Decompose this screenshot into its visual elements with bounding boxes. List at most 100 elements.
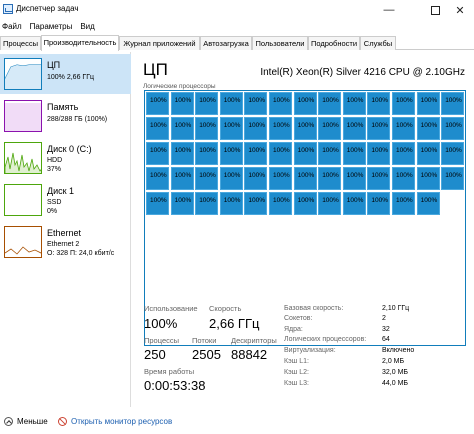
virtualization-label: Виртуализация:: [284, 347, 336, 354]
disk1-thumbnail-graph: [4, 184, 42, 216]
cache-l1-label: Кэш L1:: [284, 358, 309, 365]
cache-l3-value: 44,0 МБ: [382, 380, 408, 387]
fewer-details-label: Меньше: [17, 417, 48, 426]
logical-processor-cell: 100%: [146, 117, 169, 140]
menu-file[interactable]: Файл: [0, 20, 24, 34]
logical-processor-cell: 100%: [342, 117, 366, 140]
resource-sidebar: ЦП 100% 2,66 ГГц Память 288/288 ГБ (100%…: [0, 52, 131, 407]
logical-processor-cell: 100%: [244, 92, 268, 115]
base-speed-label: Базовая скорость:: [284, 305, 344, 312]
sidebar-item-disk-0[interactable]: Диск 0 (C:) HDD 37%: [0, 138, 131, 178]
logical-processor-cell: 100%: [318, 117, 342, 140]
logical-processor-cell: 100%: [244, 192, 268, 215]
logical-processor-cell: 100%: [318, 167, 342, 190]
logical-processor-cell: 100%: [170, 142, 194, 165]
logical-processor-cell: 100%: [441, 117, 465, 140]
threads-label: Потоки: [192, 336, 217, 345]
logical-processor-cell: 100%: [195, 192, 219, 215]
speed-value: 2,66 ГГц: [209, 316, 260, 331]
cache-l2-label: Кэш L2:: [284, 369, 309, 376]
logical-processor-cell: 100%: [146, 142, 169, 165]
menu-bar: Файл Параметры Вид: [0, 20, 474, 34]
title-bar: Диспетчер задач — ✕: [0, 0, 474, 20]
sidebar-item-cpu[interactable]: ЦП 100% 2,66 ГГц: [0, 54, 131, 94]
logical-processor-cell: 100%: [342, 92, 366, 115]
sidebar-item-detail: 0%: [47, 208, 58, 215]
sidebar-item-detail: 37%: [47, 166, 62, 173]
logical-processor-cell: 100%: [170, 192, 194, 215]
logical-processor-cell: 100%: [367, 92, 391, 115]
logical-processor-cell: 100%: [146, 92, 169, 115]
sidebar-item-label: Память: [47, 102, 79, 112]
logical-processor-cell: 100%: [342, 167, 366, 190]
logical-processor-cell: 100%: [416, 92, 440, 115]
minimize-button[interactable]: —: [372, 0, 406, 20]
logical-processor-cell: 100%: [170, 117, 194, 140]
logical-processor-cell: 100%: [244, 117, 268, 140]
menu-view[interactable]: Вид: [78, 20, 96, 34]
tab-users[interactable]: Пользователи: [252, 36, 308, 50]
speed-label: Скорость: [209, 304, 242, 313]
logical-processor-cell: 100%: [392, 117, 415, 140]
logical-processor-cell: 100%: [219, 92, 243, 115]
sidebar-item-memory[interactable]: Память 288/288 ГБ (100%): [0, 96, 131, 136]
tab-startup[interactable]: Автозагрузка: [200, 36, 252, 50]
fewer-details-button[interactable]: Меньше: [4, 417, 48, 426]
logical-processor-cell: 100%: [170, 167, 194, 190]
logical-processor-cell: 100%: [269, 192, 292, 215]
sidebar-item-disk-1[interactable]: Диск 1 SSD 0%: [0, 180, 131, 220]
logical-processor-cell: 100%: [367, 192, 391, 215]
sockets-label: Сокетов:: [284, 315, 313, 322]
cores-label: Ядра:: [284, 326, 303, 333]
logical-processor-cell: 100%: [219, 142, 243, 165]
logical-processor-cell: 100%: [441, 167, 465, 190]
logical-processor-cell: 100%: [269, 117, 292, 140]
sidebar-item-detail: О: 328 П: 24,0 кбит/с: [47, 250, 115, 257]
handles-value: 88842: [231, 347, 268, 362]
logical-processor-cell: 100%: [342, 142, 366, 165]
sidebar-item-detail: 100% 2,66 ГГц: [47, 74, 95, 81]
logical-processor-cell: 100%: [416, 192, 440, 215]
logical-processors-count-value: 64: [382, 336, 390, 343]
sidebar-item-label: Диск 0 (C:): [47, 144, 92, 154]
logical-processor-cell: 100%: [269, 142, 292, 165]
cache-l1-value: 2,0 МБ: [382, 358, 405, 365]
close-button[interactable]: ✕: [446, 0, 474, 20]
ethernet-thumbnail-graph: [4, 226, 42, 258]
cache-l3-label: Кэш L3:: [284, 380, 309, 387]
disk0-thumbnail-graph: [4, 142, 42, 174]
chevron-up-icon: [4, 417, 13, 426]
sidebar-item-label: ЦП: [47, 60, 61, 70]
open-resource-monitor-link[interactable]: Открыть монитор ресурсов: [58, 417, 172, 426]
tab-services[interactable]: Службы: [360, 36, 396, 50]
cores-value: 32: [382, 326, 390, 333]
logical-processor-cell: 100%: [195, 92, 219, 115]
handles-label: Дескрипторы: [231, 336, 277, 345]
logical-processors-label: Логические процессоры: [143, 83, 216, 90]
sidebar-item-detail: 288/288 ГБ (100%): [47, 116, 108, 123]
uptime-label: Время работы: [144, 367, 195, 376]
logical-processor-cell: 100%: [367, 167, 391, 190]
sidebar-item-detail: SSD: [47, 199, 62, 206]
memory-thumbnail-graph: [4, 100, 42, 132]
tab-app-history[interactable]: Журнал приложений: [119, 36, 200, 50]
virtualization-value: Включено: [382, 347, 415, 354]
tab-details[interactable]: Подробности: [308, 36, 360, 50]
maximize-icon: [430, 5, 440, 15]
logical-processor-cell: 100%: [392, 167, 415, 190]
logical-processors-count-label: Логических процессоров:: [284, 336, 367, 343]
logical-processor-cell: 100%: [293, 117, 317, 140]
logical-processor-cell: 100%: [244, 167, 268, 190]
uptime-value: 0:00:53:38: [144, 378, 206, 393]
tab-processes[interactable]: Процессы: [0, 36, 41, 50]
logical-processor-cell: 100%: [441, 92, 465, 115]
usage-label: Использование: [144, 304, 198, 313]
sidebar-item-ethernet[interactable]: Ethernet Ethernet 2 О: 328 П: 24,0 кбит/…: [0, 222, 131, 262]
logical-processor-cell: 100%: [367, 142, 391, 165]
tab-performance[interactable]: Производительность: [41, 35, 119, 51]
logical-processor-cell: 100%: [416, 117, 440, 140]
menu-options[interactable]: Параметры: [28, 20, 75, 34]
logical-processor-cell: 100%: [195, 142, 219, 165]
cache-l2-value: 32,0 МБ: [382, 369, 408, 376]
open-resource-monitor-label: Открыть монитор ресурсов: [71, 417, 173, 426]
